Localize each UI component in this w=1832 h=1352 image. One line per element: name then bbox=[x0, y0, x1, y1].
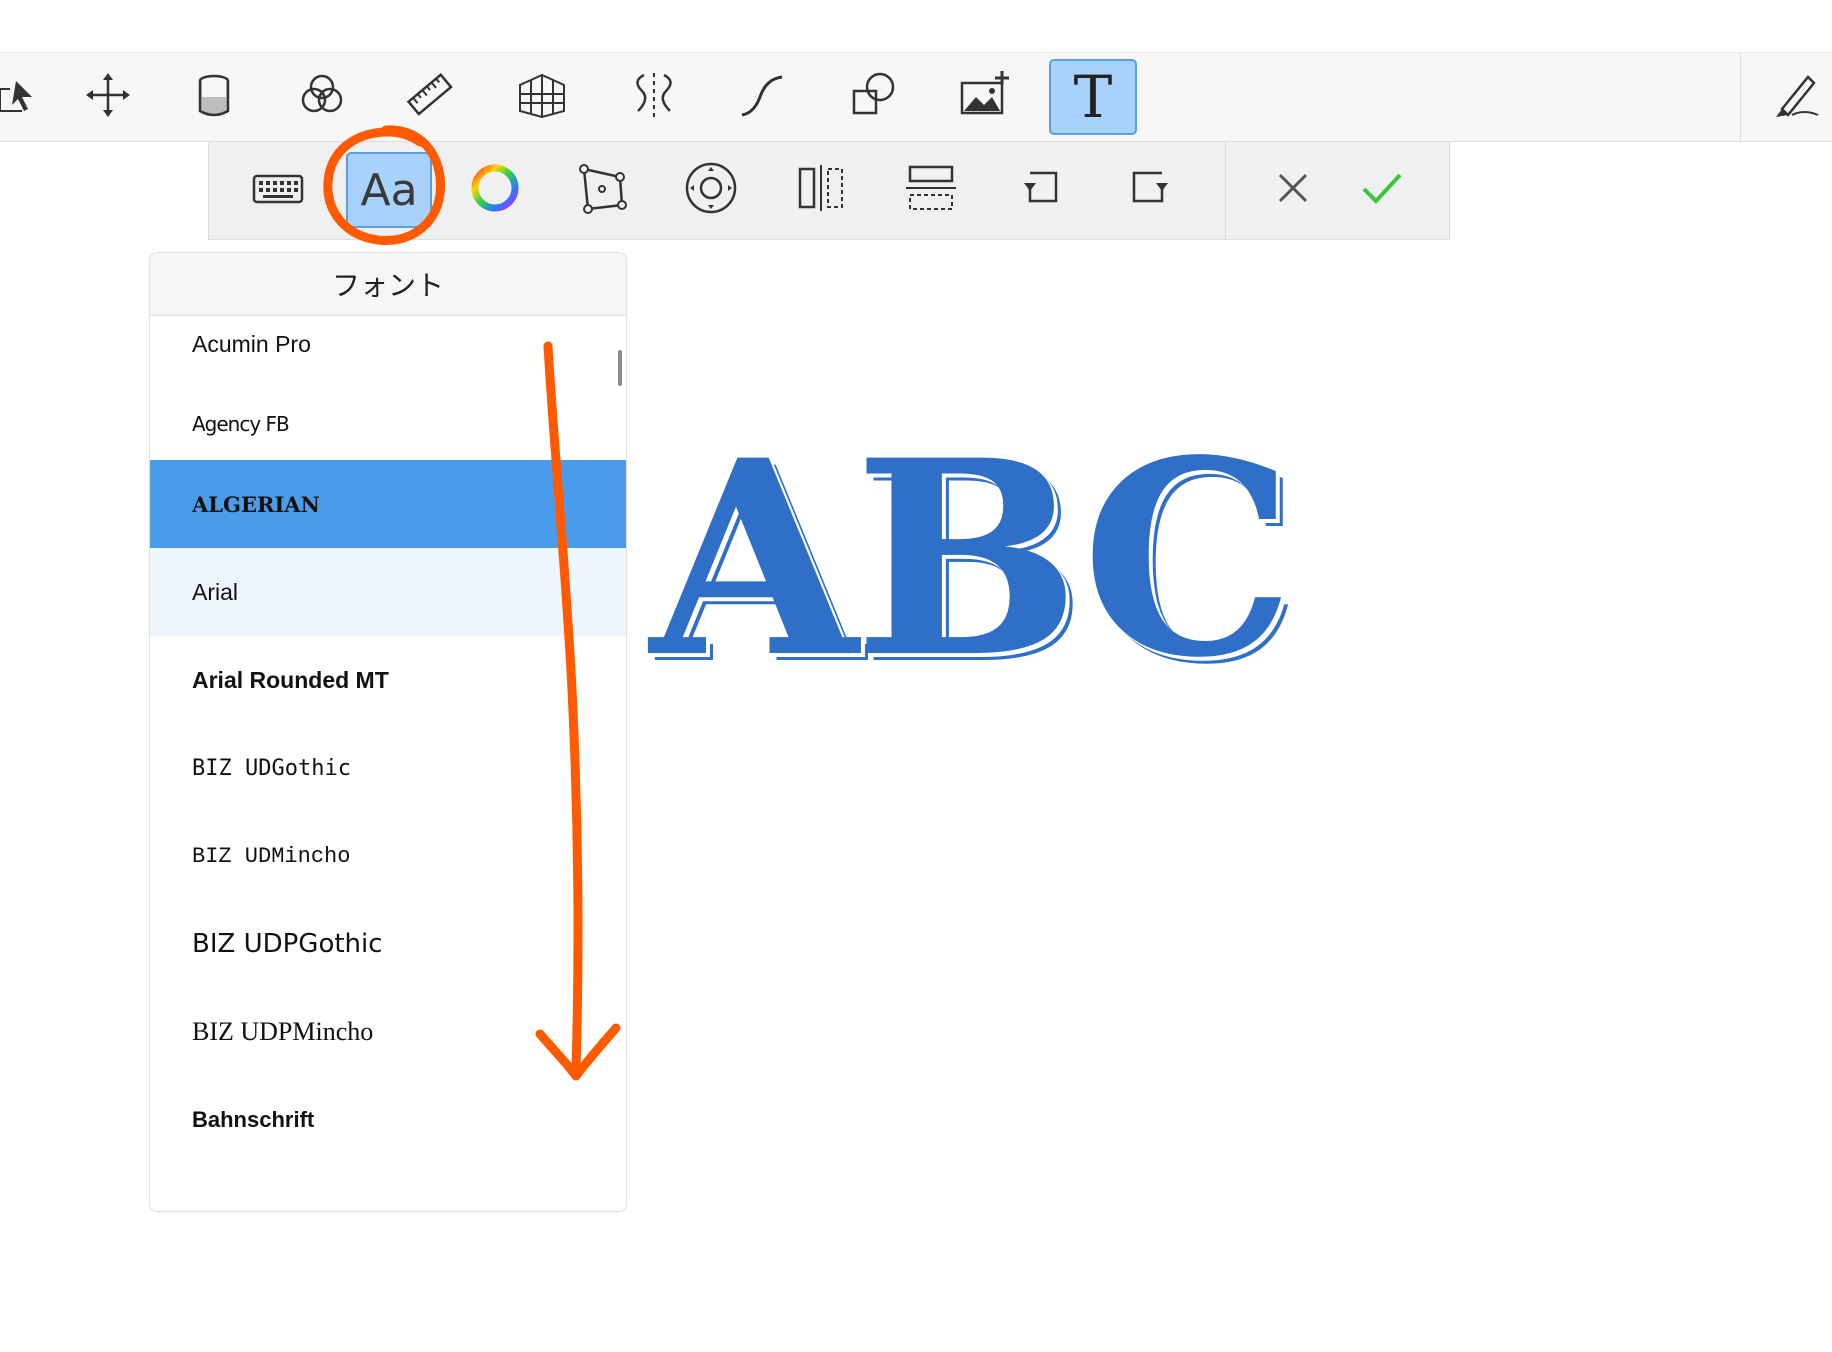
scrollbar-thumb[interactable] bbox=[618, 350, 622, 386]
rotate-left-button[interactable] bbox=[999, 148, 1083, 232]
font-item-arial[interactable]: Arial bbox=[150, 548, 626, 636]
text-icon: T bbox=[1073, 63, 1113, 131]
selection-arrow-icon bbox=[0, 67, 42, 127]
checkmark-icon bbox=[1352, 159, 1410, 221]
image-import-tool[interactable] bbox=[940, 59, 1028, 135]
main-toolbar: T bbox=[0, 52, 1832, 142]
text-toolbar: Aa bbox=[208, 142, 1450, 240]
flip-vertical-button[interactable] bbox=[889, 148, 973, 232]
flip-horizontal-icon bbox=[792, 159, 850, 221]
text-toolbar-divider bbox=[1225, 142, 1226, 240]
symmetry-tool[interactable] bbox=[610, 59, 698, 135]
shape-tool[interactable] bbox=[830, 59, 918, 135]
font-item-label: BIZ UDPGothic bbox=[192, 929, 383, 959]
font-item-label: ALGERIAN bbox=[192, 491, 320, 517]
font-item-biz-udpmincho[interactable]: BIZ UDPMincho bbox=[150, 988, 626, 1076]
color-wheel-icon bbox=[466, 159, 524, 221]
paint-bucket-icon bbox=[186, 67, 242, 127]
flip-vertical-icon bbox=[902, 159, 960, 221]
font-list[interactable]: Acumin Pro Agency FB ALGERIAN Arial Aria… bbox=[150, 316, 626, 1211]
selection-tool[interactable] bbox=[0, 59, 58, 135]
overlapping-circles-icon bbox=[294, 67, 350, 127]
ruler-icon bbox=[401, 67, 457, 127]
transform-text-button[interactable] bbox=[561, 148, 645, 232]
font-item-biz-udgothic[interactable]: BIZ UDGothic bbox=[150, 724, 626, 812]
font-button[interactable]: Aa bbox=[343, 148, 435, 232]
distort-icon bbox=[574, 159, 632, 221]
perspective-tool[interactable] bbox=[498, 59, 586, 135]
confirm-button[interactable] bbox=[1339, 148, 1423, 232]
font-item-label: BIZ UDGothic bbox=[192, 755, 351, 781]
canvas-text-object[interactable]: ABC bbox=[650, 420, 1350, 700]
font-item-label: Arial Rounded MT bbox=[192, 666, 389, 693]
keyboard-icon bbox=[249, 159, 307, 221]
symmetry-icon bbox=[626, 67, 682, 127]
font-panel-title: フォント bbox=[150, 253, 626, 316]
rotate-right-button[interactable] bbox=[1109, 148, 1193, 232]
nudge-button[interactable] bbox=[669, 148, 753, 232]
rotate-right-icon bbox=[1122, 159, 1180, 221]
blend-tool[interactable] bbox=[278, 59, 366, 135]
transform-tool[interactable] bbox=[64, 59, 152, 135]
move-arrows-icon bbox=[80, 67, 136, 127]
fill-tool[interactable] bbox=[170, 59, 258, 135]
pen-tool-icon bbox=[1768, 67, 1824, 127]
close-icon bbox=[1264, 159, 1322, 221]
font-item-label: BIZ UDMincho bbox=[192, 843, 351, 869]
curve-tool[interactable] bbox=[718, 59, 806, 135]
curve-icon bbox=[734, 67, 790, 127]
perspective-grid-icon bbox=[514, 67, 570, 127]
font-item-label: Arial bbox=[192, 578, 239, 605]
font-item-biz-udpgothic[interactable]: BIZ UDPGothic bbox=[150, 900, 626, 988]
ruler-tool[interactable] bbox=[385, 59, 473, 135]
font-item-agency-fb[interactable]: Agency FB bbox=[150, 380, 626, 468]
toolbar-divider bbox=[1740, 53, 1741, 141]
font-item-label: BIZ UDPMincho bbox=[192, 1017, 374, 1046]
font-item-acumin-pro[interactable]: Acumin Pro bbox=[150, 316, 626, 388]
font-item-bahnschrift[interactable]: Bahnschrift bbox=[150, 1076, 626, 1164]
font-item-label: Bahnschrift bbox=[192, 1107, 315, 1132]
font-button-label: Aa bbox=[346, 152, 432, 228]
cancel-button[interactable] bbox=[1251, 148, 1335, 232]
font-item-label: Acumin Pro bbox=[192, 330, 311, 357]
nudge-icon bbox=[682, 159, 740, 221]
pen-tool[interactable] bbox=[1752, 59, 1832, 135]
font-item-label: Agency FB bbox=[192, 412, 290, 436]
flip-horizontal-button[interactable] bbox=[779, 148, 863, 232]
font-item-biz-udmincho[interactable]: BIZ UDMincho bbox=[150, 812, 626, 900]
shapes-icon bbox=[846, 67, 902, 127]
add-image-icon bbox=[956, 67, 1012, 127]
font-panel: フォント Acumin Pro Agency FB ALGERIAN Arial… bbox=[149, 252, 627, 1212]
color-button[interactable] bbox=[453, 148, 537, 232]
keyboard-button[interactable] bbox=[236, 148, 320, 232]
font-item-algerian[interactable]: ALGERIAN bbox=[150, 460, 626, 548]
font-item-arial-rounded-mt[interactable]: Arial Rounded MT bbox=[150, 636, 626, 724]
text-tool[interactable]: T bbox=[1049, 59, 1137, 135]
rotate-left-icon bbox=[1012, 159, 1070, 221]
